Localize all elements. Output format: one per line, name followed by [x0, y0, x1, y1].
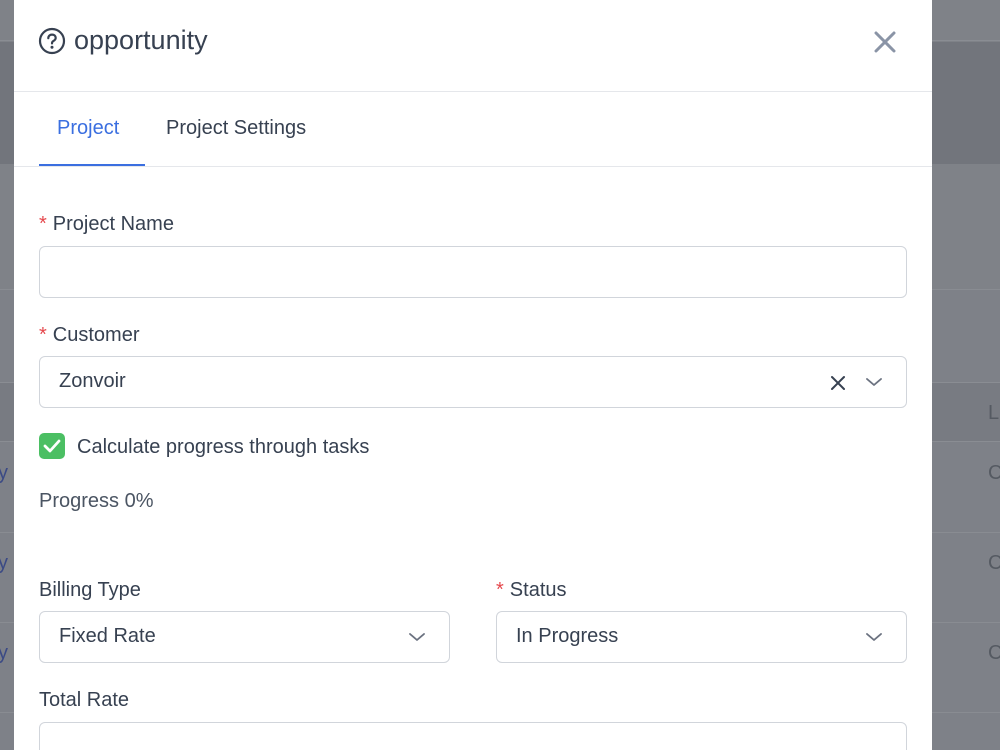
chevron-down-icon[interactable] — [865, 375, 883, 389]
active-tab-indicator — [39, 164, 145, 166]
modal-tabs: Project Project Settings — [14, 93, 932, 167]
calculate-progress-checkbox[interactable] — [39, 433, 65, 459]
required-marker: * — [496, 579, 504, 601]
required-marker: * — [39, 213, 47, 235]
chevron-down-icon[interactable] — [408, 630, 426, 644]
billing-type-value: Fixed Rate — [59, 625, 156, 647]
question-circle-icon[interactable] — [38, 27, 66, 55]
billing-type-label-text: Billing Type — [39, 579, 141, 601]
background-text-fragment: y — [0, 642, 8, 664]
total-rate-input[interactable] — [39, 722, 907, 750]
project-modal: opportunity Project Project Settings * Pr… — [14, 0, 932, 750]
status-value: In Progress — [516, 625, 619, 647]
status-select[interactable]: In Progress — [496, 611, 907, 663]
background-text-fragment: C — [988, 552, 1000, 574]
total-rate-label: Total Rate — [39, 689, 129, 712]
project-name-label: * Project Name — [39, 213, 174, 236]
chevron-down-icon[interactable] — [865, 630, 883, 644]
background-text-fragment: C — [988, 642, 1000, 664]
modal-title: opportunity — [74, 25, 208, 55]
total-rate-label-text: Total Rate — [39, 689, 130, 711]
project-name-input[interactable] — [39, 246, 907, 298]
tab-project-settings[interactable]: Project Settings — [166, 117, 306, 140]
close-icon[interactable] — [870, 27, 900, 57]
progress-label: Progress 0% — [39, 490, 154, 512]
customer-label-text: Customer — [52, 324, 140, 346]
status-label: * Status — [496, 579, 567, 602]
project-name-label-text: Project Name — [52, 213, 174, 235]
customer-select[interactable]: Zonvoir — [39, 356, 907, 408]
background-text-fragment: y — [0, 552, 8, 574]
modal-header: opportunity — [14, 0, 932, 92]
customer-value: Zonvoir — [59, 370, 126, 392]
background-text-fragment: L — [988, 402, 1000, 424]
check-icon — [43, 439, 61, 453]
billing-type-select[interactable]: Fixed Rate — [39, 611, 450, 663]
required-marker: * — [39, 324, 47, 346]
billing-type-label: Billing Type — [39, 579, 141, 602]
clear-icon[interactable] — [829, 374, 847, 392]
tab-project[interactable]: Project — [57, 117, 119, 140]
status-label-text: Status — [509, 579, 567, 601]
customer-label: * Customer — [39, 324, 140, 347]
background-text-fragment: C — [988, 462, 1000, 484]
calculate-progress-label[interactable]: Calculate progress through tasks — [77, 436, 369, 459]
background-text-fragment: y — [0, 462, 8, 484]
